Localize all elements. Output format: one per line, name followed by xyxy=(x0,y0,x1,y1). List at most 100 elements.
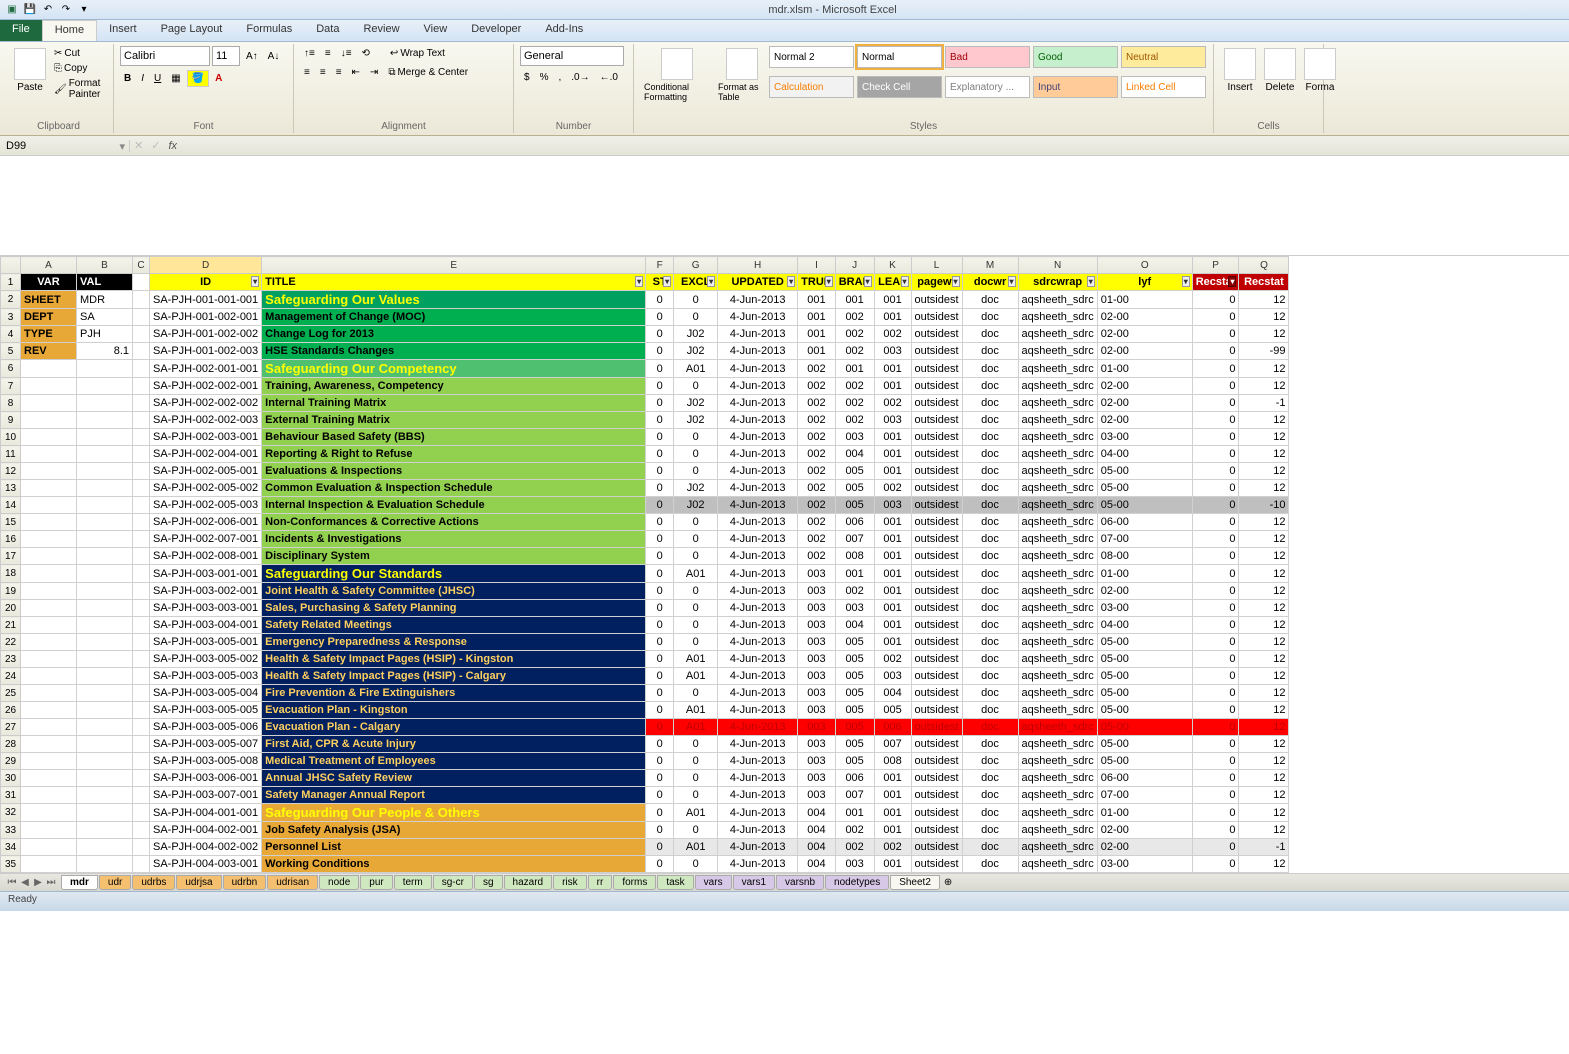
cell-id[interactable]: SA-PJH-001-002-002 xyxy=(150,326,262,343)
cell[interactable]: doc xyxy=(962,429,1018,446)
row-header-26[interactable]: 26 xyxy=(1,702,21,719)
cell[interactable] xyxy=(77,395,133,412)
cell[interactable]: 4-Jun-2013 xyxy=(718,617,798,634)
cell[interactable]: 001 xyxy=(835,360,874,378)
copy-button[interactable]: ⎘Copy xyxy=(50,61,107,76)
cell[interactable]: doc xyxy=(962,531,1018,548)
sheet-tab-forms[interactable]: forms xyxy=(613,875,656,890)
cell[interactable]: 06-00 xyxy=(1097,770,1192,787)
cell-id[interactable]: SA-PJH-003-005-008 xyxy=(150,753,262,770)
cell[interactable]: 0 xyxy=(674,463,718,480)
cell[interactable]: doc xyxy=(962,651,1018,668)
cell[interactable]: 0 xyxy=(1192,583,1239,600)
cell[interactable]: 02-00 xyxy=(1097,583,1192,600)
cell[interactable]: 001 xyxy=(874,514,911,531)
cell[interactable]: 0 xyxy=(646,668,674,685)
cell[interactable] xyxy=(133,274,150,291)
cell[interactable]: doc xyxy=(962,514,1018,531)
grow-font-button[interactable]: A↑ xyxy=(242,49,262,64)
cell[interactable] xyxy=(133,583,150,600)
cell-title[interactable]: Change Log for 2013 xyxy=(262,326,646,343)
cell[interactable]: outsidest xyxy=(911,702,962,719)
cell[interactable]: 12 xyxy=(1239,685,1289,702)
cell[interactable]: 0 xyxy=(646,514,674,531)
cell[interactable]: 4-Jun-2013 xyxy=(718,822,798,839)
cell-title[interactable]: External Training Matrix xyxy=(262,412,646,429)
cell[interactable]: aqsheeth_sdrc xyxy=(1018,634,1097,651)
cell[interactable] xyxy=(21,770,77,787)
cell-title[interactable]: Evacuation Plan - Kingston xyxy=(262,702,646,719)
cell[interactable]: outsidest xyxy=(911,412,962,429)
cell[interactable]: 0 xyxy=(646,583,674,600)
cell[interactable]: 0 xyxy=(646,378,674,395)
sheet-tab-hazard[interactable]: hazard xyxy=(504,875,553,890)
cell-id[interactable]: SA-PJH-002-002-001 xyxy=(150,378,262,395)
cell-title[interactable]: Safety Manager Annual Report xyxy=(262,787,646,804)
cell[interactable]: 0 xyxy=(646,839,674,856)
cell[interactable] xyxy=(21,429,77,446)
cell-title[interactable]: Personnel List xyxy=(262,839,646,856)
cell-id[interactable]: SA-PJH-003-005-003 xyxy=(150,668,262,685)
cell[interactable]: 0 xyxy=(674,429,718,446)
cell[interactable]: 05-00 xyxy=(1097,668,1192,685)
cancel-formula-icon[interactable]: ✕ xyxy=(134,139,143,152)
cell[interactable]: 12 xyxy=(1239,770,1289,787)
cell[interactable]: 01-00 xyxy=(1097,565,1192,583)
cell[interactable]: doc xyxy=(962,395,1018,412)
cell-id[interactable]: SA-PJH-003-006-001 xyxy=(150,770,262,787)
cell[interactable]: 001 xyxy=(874,804,911,822)
row-header-16[interactable]: 16 xyxy=(1,531,21,548)
cell[interactable]: 003 xyxy=(874,497,911,514)
row-header-21[interactable]: 21 xyxy=(1,617,21,634)
cell-id[interactable]: SA-PJH-003-004-001 xyxy=(150,617,262,634)
indent-inc-button[interactable]: ⇥ xyxy=(366,65,382,80)
cell[interactable]: 003 xyxy=(798,787,836,804)
cut-button[interactable]: ✂Cut xyxy=(50,46,107,61)
cell[interactable]: doc xyxy=(962,583,1018,600)
cell[interactable]: aqsheeth_sdrc xyxy=(1018,429,1097,446)
cell[interactable]: doc xyxy=(962,463,1018,480)
select-all-corner[interactable] xyxy=(1,257,21,274)
cell[interactable] xyxy=(21,583,77,600)
row-header-11[interactable]: 11 xyxy=(1,446,21,463)
cell[interactable]: 02-00 xyxy=(1097,309,1192,326)
cell[interactable]: 005 xyxy=(835,480,874,497)
cell-id[interactable]: SA-PJH-002-005-003 xyxy=(150,497,262,514)
cell[interactable] xyxy=(77,565,133,583)
cell[interactable]: A01 xyxy=(674,565,718,583)
format-as-table-button[interactable]: Format as Table xyxy=(714,46,769,104)
row-header-35[interactable]: 35 xyxy=(1,856,21,873)
cell[interactable] xyxy=(21,736,77,753)
cell[interactable]: 0 xyxy=(674,685,718,702)
wrap-text-button[interactable]: ↩Wrap Text xyxy=(386,46,449,61)
cell[interactable]: 12 xyxy=(1239,565,1289,583)
col-trun-header[interactable]: TRUN xyxy=(798,274,836,291)
cell[interactable]: 005 xyxy=(835,651,874,668)
cell[interactable]: 002 xyxy=(835,309,874,326)
cell[interactable]: doc xyxy=(962,668,1018,685)
cell[interactable] xyxy=(77,497,133,514)
cell[interactable] xyxy=(21,548,77,565)
cell[interactable]: doc xyxy=(962,770,1018,787)
cell[interactable]: 0 xyxy=(646,326,674,343)
row-header-28[interactable]: 28 xyxy=(1,736,21,753)
cell[interactable] xyxy=(133,839,150,856)
cell[interactable]: 0 xyxy=(1192,600,1239,617)
cell[interactable]: 005 xyxy=(835,685,874,702)
align-top-button[interactable]: ↑≡ xyxy=(300,46,319,61)
cell[interactable]: 12 xyxy=(1239,719,1289,736)
cell[interactable]: outsidest xyxy=(911,360,962,378)
cell[interactable]: 0 xyxy=(1192,548,1239,565)
cell[interactable]: 001 xyxy=(874,463,911,480)
cell[interactable]: 0 xyxy=(1192,378,1239,395)
row-header-34[interactable]: 34 xyxy=(1,839,21,856)
cell-title[interactable]: Sales, Purchasing & Safety Planning xyxy=(262,600,646,617)
cell[interactable]: aqsheeth_sdrc xyxy=(1018,497,1097,514)
cell[interactable] xyxy=(133,702,150,719)
cell[interactable]: 05-00 xyxy=(1097,497,1192,514)
cell-title[interactable]: Medical Treatment of Employees xyxy=(262,753,646,770)
cell[interactable]: 0 xyxy=(1192,446,1239,463)
cell[interactable]: 001 xyxy=(874,787,911,804)
cell-id[interactable]: SA-PJH-002-008-001 xyxy=(150,548,262,565)
cell[interactable] xyxy=(133,685,150,702)
